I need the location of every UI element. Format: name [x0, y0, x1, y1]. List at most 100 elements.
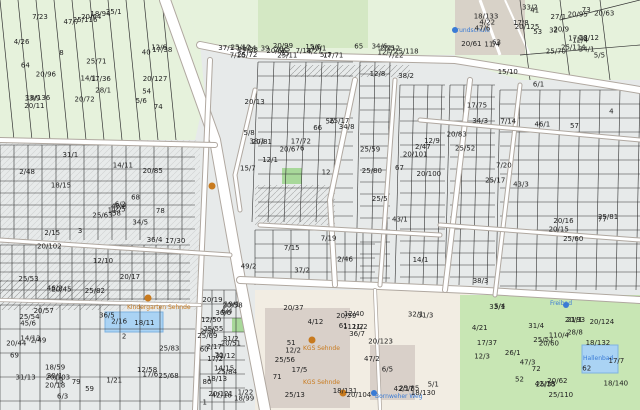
- parcel-label: 18/132: [586, 339, 611, 347]
- parcel-label: 14/15: [214, 364, 234, 372]
- map-canvas[interactable]: Grundschule Kindergarten Sehnde KGS Sehn…: [0, 0, 640, 410]
- parcel-label: 55: [281, 49, 290, 57]
- parcel-label: 6/5: [382, 366, 393, 374]
- parcel-label: 66: [313, 124, 322, 132]
- parcel-label: 4/26: [14, 38, 30, 46]
- parcel-label: 6/2: [115, 201, 126, 209]
- parcel-label: 38/2: [398, 72, 414, 80]
- parcel-label: 17/5: [292, 366, 308, 374]
- parcel-label: 1/22: [238, 389, 254, 397]
- parcel-label: 56: [326, 117, 335, 125]
- parcel-label: 33/1: [489, 303, 505, 311]
- parcel-label: 36/4: [147, 236, 163, 244]
- parcel-label: 20/16: [553, 217, 574, 225]
- parcel-label: 2/50: [200, 327, 216, 335]
- parcel-label: 20/37: [283, 304, 303, 312]
- parcel-label: 17/30: [165, 237, 185, 245]
- parcel-label: 1: [203, 398, 207, 406]
- parcel-label: 2/48: [19, 168, 35, 176]
- parcel-label: 12/7: [378, 49, 394, 57]
- parcel-label: 71: [273, 373, 282, 381]
- parcel-label: 47/6: [475, 24, 491, 32]
- school-icon[interactable]: [308, 336, 316, 344]
- parcel-label: 31/4: [528, 322, 544, 330]
- parcel-label: 5/8: [244, 129, 255, 137]
- parcel-label: 34/3: [472, 117, 488, 125]
- parcel-label: 73: [582, 6, 591, 14]
- parcel-label: 20/96: [36, 70, 57, 78]
- parcel-label: 12/4: [572, 37, 588, 45]
- parcel-label: 42/16: [212, 392, 233, 400]
- parcel-label: 6/4: [221, 308, 233, 316]
- parcel-label: 20/123: [368, 338, 393, 346]
- parcel-label: 54: [142, 88, 151, 96]
- parcel-label: 49/1: [311, 44, 327, 52]
- parcel-label: 17/36: [91, 75, 112, 83]
- parcel-label: 20/13: [245, 98, 265, 106]
- parcel-label: 2/16: [111, 318, 127, 326]
- parcel-label: 25/82: [85, 287, 105, 295]
- parcel-label: 20/17: [120, 273, 140, 281]
- parcel-label: 35/1: [106, 8, 122, 16]
- parcel-label: 20/100: [417, 170, 442, 178]
- parcel-label: 80: [203, 378, 212, 386]
- parcel-label: 2/17: [206, 343, 222, 351]
- parcel-label: 31/1: [63, 151, 79, 159]
- cadastral-map[interactable]: Grundschule Kindergarten Sehnde KGS Sehn…: [0, 0, 640, 410]
- parcel-label: 31/2: [223, 335, 239, 343]
- parcel-label: 25/68: [159, 372, 179, 380]
- parcel-label: 70: [215, 351, 224, 359]
- parcel-label: 17/7: [609, 357, 625, 365]
- parcel-label: 25/53: [18, 275, 38, 283]
- parcel-label: 3: [78, 227, 82, 235]
- parcel-label: 12/9: [424, 137, 440, 145]
- parcel-label: 20/61: [461, 40, 481, 48]
- parcel-label: 74: [154, 103, 163, 111]
- parcel-label: 20/6: [280, 146, 296, 154]
- parcel-label: 12/10: [93, 257, 113, 265]
- parcel-label: 5/5: [594, 52, 605, 60]
- parcel-label: 20/18: [45, 382, 65, 390]
- parcel-label: 25/60: [563, 235, 583, 243]
- parcel-label: 20/93: [565, 316, 585, 324]
- parcel-label: 32/1: [408, 311, 424, 319]
- parcel-label: 7/19: [321, 235, 337, 243]
- parcel-label: 17/6: [143, 371, 159, 379]
- parcel-label: 18/131: [333, 387, 358, 395]
- kindergarten-icon[interactable]: [144, 294, 152, 302]
- parcel-label: 18/136: [26, 94, 51, 102]
- parcel-label: 61: [339, 322, 348, 330]
- parcel-label: 47/7: [64, 18, 80, 26]
- parcel-label: 17/37: [477, 339, 497, 347]
- parcel-label: 20/19: [202, 296, 222, 304]
- parcel-label: 38/1: [249, 137, 265, 145]
- parcel-label: 18/15: [51, 181, 71, 189]
- parcel-label: 4/12: [308, 318, 324, 326]
- parcel-label: 25/13: [285, 391, 305, 399]
- parcel-label: 58: [112, 210, 121, 218]
- parcel-label: 63: [492, 38, 501, 46]
- parcel-label: 6/3: [57, 392, 68, 400]
- parcel-label: 5/1: [428, 381, 439, 389]
- parcel-label: 43/1: [392, 216, 408, 224]
- parcel-label: 62: [582, 364, 591, 372]
- parcel-label: 53: [533, 28, 542, 36]
- parcel-label: 65: [354, 43, 363, 51]
- parcel-label: 7/20: [496, 162, 512, 170]
- parcel-label: 2/46: [337, 256, 353, 264]
- parcel-label: 25/63: [92, 211, 112, 219]
- parcel-label: 28/1: [95, 86, 111, 94]
- parcel-label: 39: [261, 44, 270, 52]
- parcel-label: 12: [322, 168, 331, 176]
- parcel-label: 2/15: [44, 229, 60, 237]
- parcel-label: 52: [515, 376, 524, 384]
- parcel-label: 78: [156, 207, 165, 215]
- parcel-label: 77: [598, 216, 607, 224]
- parcel-label: 25/71: [86, 58, 106, 66]
- parcel-label: 20/63: [594, 9, 614, 17]
- parcel-label: 25/5: [372, 195, 388, 203]
- parcel-label: 43/3: [513, 180, 529, 188]
- parcel-label: 64: [21, 61, 30, 69]
- parcel-label: 49/2: [241, 263, 257, 271]
- pharmacy-icon[interactable]: [208, 182, 216, 190]
